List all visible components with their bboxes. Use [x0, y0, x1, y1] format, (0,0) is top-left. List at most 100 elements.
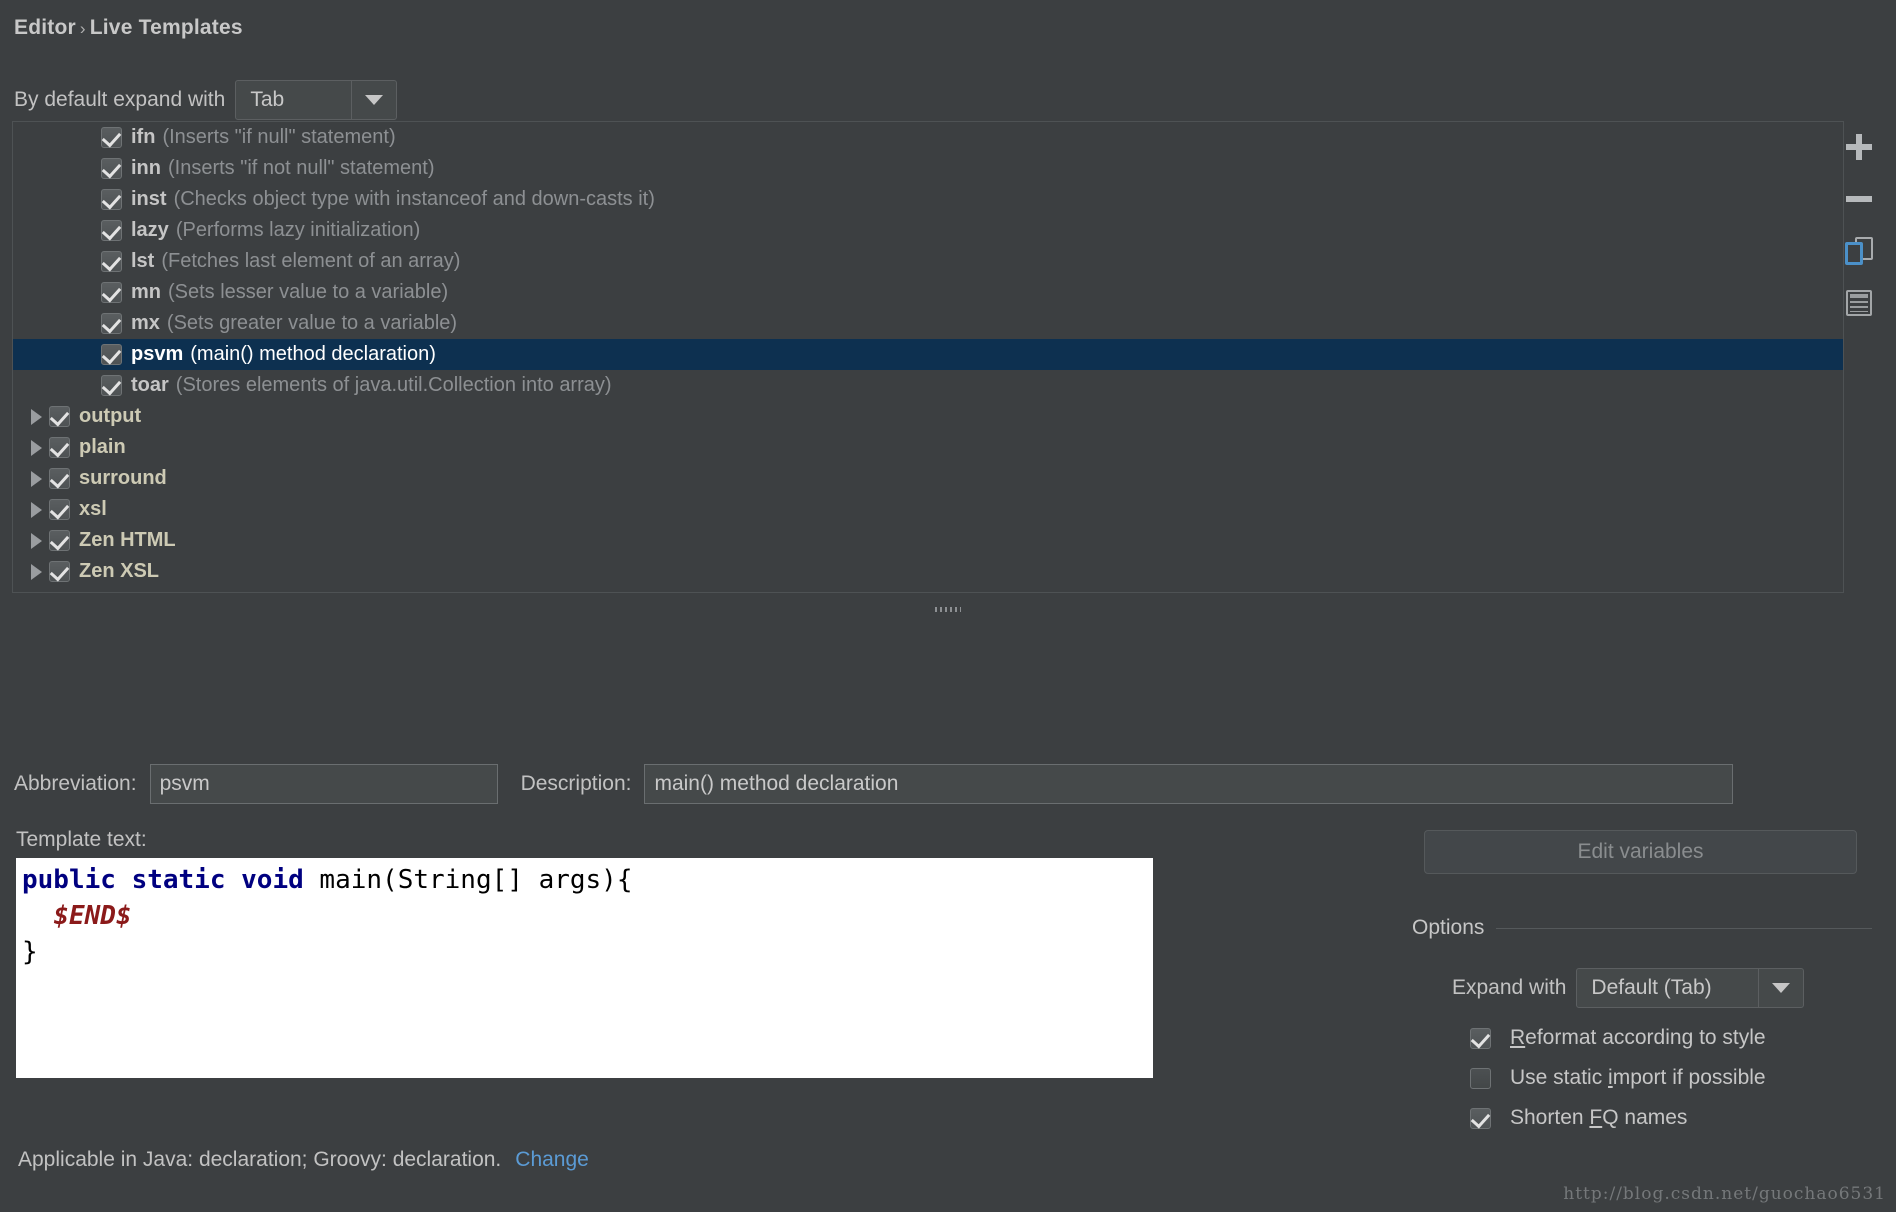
checkbox-icon[interactable]	[101, 189, 122, 210]
template-row[interactable]: ifn (Inserts "if null" statement)	[13, 122, 1843, 153]
template-row[interactable]: lazy (Performs lazy initialization)	[13, 215, 1843, 246]
shorten-fq-checkbox-label: Shorten FQ names	[1510, 1106, 1688, 1129]
checkbox-icon[interactable]	[49, 437, 70, 458]
breadcrumb-root[interactable]: Editor	[14, 16, 76, 39]
template-group-row[interactable]: Zen HTML	[13, 525, 1843, 556]
template-variable: $END$	[53, 901, 132, 931]
template-abbreviation: mx	[131, 312, 160, 334]
checkbox-icon[interactable]	[101, 251, 122, 272]
add-template-button[interactable]	[1836, 124, 1882, 170]
splitter-grip-icon	[935, 606, 961, 612]
checkbox-icon[interactable]	[1470, 1107, 1491, 1129]
template-group-row[interactable]: plain	[13, 432, 1843, 463]
checkbox-icon[interactable]	[101, 220, 122, 241]
options-title: Options	[1412, 916, 1485, 939]
breadcrumb-leaf: Live Templates	[89, 16, 243, 39]
options-group-header: Options	[1412, 916, 1872, 940]
templates-tree-scroll[interactable]: ifn (Inserts "if null" statement) inn (Inse…	[13, 122, 1843, 592]
checkbox-icon[interactable]	[49, 499, 70, 520]
checkbox-icon[interactable]	[101, 127, 122, 148]
template-abbreviation: inn	[131, 157, 161, 179]
static-import-checkbox-label: Use static import if possible	[1510, 1066, 1766, 1089]
expand-with-combobox[interactable]: Default (Tab)	[1576, 968, 1805, 1008]
template-row[interactable]: mx (Sets greater value to a variable)	[13, 308, 1843, 339]
template-group-name: output	[79, 405, 142, 427]
templates-tree-panel[interactable]: ifn (Inserts "if null" statement) inn (Inse…	[12, 121, 1844, 593]
expand-arrow-icon[interactable]	[23, 409, 49, 425]
template-description: (Stores elements of java.util.Collection…	[175, 374, 612, 396]
expand-arrow-icon[interactable]	[23, 564, 49, 580]
template-description: (main() method declaration)	[190, 343, 436, 365]
template-group-name: surround	[79, 467, 167, 489]
applicable-context-row: Applicable in Java: declaration; Groovy:…	[18, 1148, 589, 1172]
template-description: (Checks object type with instanceof and …	[173, 188, 655, 210]
template-abbreviation: lazy	[131, 219, 169, 241]
breadcrumb-separator-icon: ›	[79, 19, 86, 38]
template-group-name: plain	[79, 436, 126, 458]
template-row[interactable]: toar (Stores elements of java.util.Collec…	[13, 370, 1843, 401]
reformat-checkbox-label: Reformat according to style	[1510, 1026, 1766, 1049]
template-description: (Sets lesser value to a variable)	[168, 281, 449, 303]
template-group-row[interactable]: xsl	[13, 494, 1843, 525]
template-group-button[interactable]	[1836, 280, 1882, 326]
remove-template-button[interactable]	[1836, 176, 1882, 222]
expand-arrow-icon[interactable]	[23, 471, 49, 487]
tree-toolbar	[1832, 124, 1886, 326]
duplicate-template-button[interactable]	[1836, 228, 1882, 274]
template-row[interactable]: lst (Fetches last element of an array)	[13, 246, 1843, 277]
checkbox-icon[interactable]	[101, 158, 122, 179]
template-row[interactable]: psvm (main() method declaration)	[13, 339, 1843, 370]
plus-icon	[1846, 134, 1872, 160]
description-label: Description:	[520, 772, 632, 795]
checkbox-icon[interactable]	[1470, 1067, 1491, 1089]
change-context-link[interactable]: Change	[515, 1148, 589, 1172]
template-group-name: Zen HTML	[79, 529, 176, 551]
chevron-down-icon[interactable]	[352, 81, 396, 119]
expand-arrow-icon[interactable]	[23, 502, 49, 518]
edit-variables-button[interactable]: Edit variables	[1424, 830, 1857, 874]
panel-splitter[interactable]	[0, 600, 1896, 618]
template-row[interactable]: mn (Sets lesser value to a variable)	[13, 277, 1843, 308]
checkbox-icon[interactable]	[101, 282, 122, 303]
template-group-row[interactable]: surround	[13, 463, 1843, 494]
checkbox-icon[interactable]	[49, 406, 70, 427]
checkbox-icon[interactable]	[49, 530, 70, 551]
expand-arrow-icon[interactable]	[23, 440, 49, 456]
template-description: (Inserts "if null" statement)	[162, 126, 396, 148]
template-group-row[interactable]: output	[13, 401, 1843, 432]
code-token: public static void	[22, 865, 320, 895]
checkbox-icon[interactable]	[101, 344, 122, 365]
description-input[interactable]: main() method declaration	[644, 764, 1734, 804]
template-row[interactable]: inst (Checks object type with instanceof …	[13, 184, 1843, 215]
checkbox-icon[interactable]	[49, 561, 70, 582]
template-description: (Sets greater value to a variable)	[166, 312, 458, 334]
template-group-name: xsl	[79, 498, 107, 520]
minus-icon	[1846, 196, 1872, 202]
checkbox-icon[interactable]	[101, 375, 122, 396]
abbreviation-input[interactable]: psvm	[149, 764, 498, 804]
live-templates-settings-page: Editor › Live Templates By default expand …	[0, 0, 1896, 1212]
default-expand-value: Tab	[236, 81, 353, 119]
checkbox-icon[interactable]	[1470, 1027, 1491, 1049]
chevron-down-icon[interactable]	[1759, 969, 1803, 1007]
template-row[interactable]: inn (Inserts "if not null" statement)	[13, 153, 1843, 184]
shorten-fq-checkbox-row[interactable]: Shorten FQ names	[1470, 1106, 1687, 1130]
code-line: public static void main(String[] args){	[22, 862, 1147, 898]
template-description: (Fetches last element of an array)	[161, 250, 461, 272]
template-text-editor[interactable]: public static void main(String[] args){ …	[16, 858, 1153, 1078]
expand-arrow-icon[interactable]	[23, 533, 49, 549]
default-expand-combobox[interactable]: Tab	[235, 80, 398, 120]
watermark: http://blog.csdn.net/guochao6531	[1563, 1184, 1886, 1204]
template-description: (Performs lazy initialization)	[175, 219, 421, 241]
abbreviation-label: Abbreviation:	[14, 772, 137, 795]
code-token: }	[22, 937, 38, 967]
checkbox-icon[interactable]	[49, 468, 70, 489]
static-import-checkbox-row[interactable]: Use static import if possible	[1470, 1066, 1766, 1090]
copy-icon	[1845, 237, 1873, 265]
checkbox-icon[interactable]	[101, 313, 122, 334]
template-group-row[interactable]: Zen XSL	[13, 556, 1843, 587]
reformat-checkbox-row[interactable]: Reformat according to style	[1470, 1026, 1766, 1050]
code-line: }	[22, 934, 1147, 970]
expand-with-label: Expand with	[1452, 976, 1567, 999]
